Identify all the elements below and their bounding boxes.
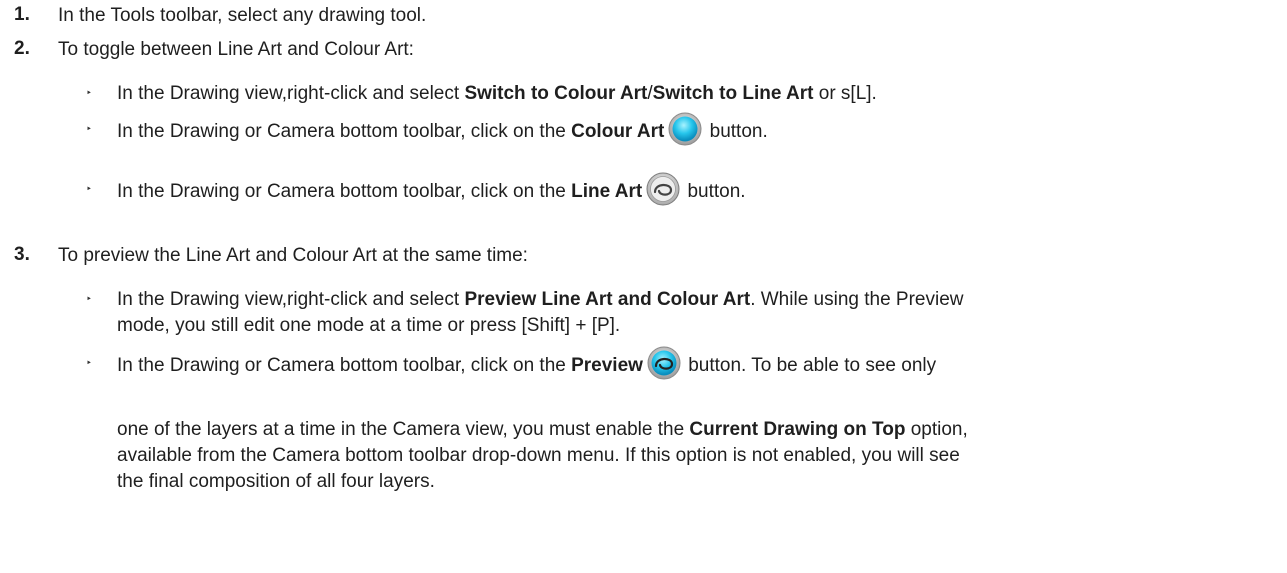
bullet-text: In the Drawing or Camera bottom toolbar,… (117, 112, 768, 146)
text-run: In the Drawing or Camera bottom toolbar,… (117, 181, 572, 203)
bold-text: Colour Art (571, 121, 665, 143)
step-text: In the Tools toolbar, select any drawing… (58, 5, 427, 26)
bullet-text-line-2: mode, you still edit one mode at a time … (117, 315, 621, 336)
step-text: To preview the Line Art and Colour Art a… (58, 245, 528, 266)
step-number: 1. (14, 4, 30, 25)
bold-text: Preview Line Art and Colour Art (464, 289, 751, 310)
bold-text: Current Drawing on Top (689, 419, 906, 440)
text-run: button. (704, 121, 768, 143)
bullet-text: In the Drawing or Camera bottom toolbar,… (117, 172, 746, 206)
bold-text: Switch to Line Art (652, 83, 814, 104)
bullet-text: In the Drawing view,right-click and sele… (117, 82, 877, 106)
colour-art-icon (668, 112, 702, 146)
step-number: 2. (14, 38, 30, 59)
text-run: In the Drawing view,right-click and sele… (117, 83, 465, 104)
paragraph-line: available from the Camera bottom toolbar… (117, 445, 960, 466)
text-run: or s[L]. (813, 83, 877, 104)
paragraph-line: the final composition of all four layers… (117, 471, 435, 492)
bold-text: Switch to Colour Art (464, 83, 648, 104)
paragraph-line: one of the layers at a time in the Camer… (117, 418, 968, 442)
bullet-icon: ‣ (86, 294, 92, 305)
bullet-icon: ‣ (86, 358, 92, 369)
text-run: In the Drawing or Camera bottom toolbar,… (117, 355, 572, 377)
preview-icon (647, 346, 681, 380)
bold-text: Preview (571, 355, 643, 377)
step-text: To toggle between Line Art and Colour Ar… (58, 39, 414, 60)
bold-text: Line Art (571, 181, 643, 203)
bullet-text: In the Drawing or Camera bottom toolbar,… (117, 346, 937, 380)
bullet-text: In the Drawing view,right-click and sele… (117, 288, 964, 312)
text-run: button. To be able to see only (682, 355, 937, 377)
bullet-icon: ‣ (86, 124, 92, 135)
step-number: 3. (14, 244, 30, 265)
bullet-icon: ‣ (86, 88, 92, 99)
text-run: option, (905, 419, 968, 440)
text-run: In the Drawing or Camera bottom toolbar,… (117, 121, 572, 143)
bullet-icon: ‣ (86, 184, 92, 195)
text-run: In the Drawing view,right-click and sele… (117, 289, 465, 310)
text-run: button. (682, 181, 746, 203)
text-run: . While using the Preview (750, 289, 964, 310)
line-art-icon (646, 172, 680, 206)
text-run: one of the layers at a time in the Camer… (117, 419, 690, 440)
